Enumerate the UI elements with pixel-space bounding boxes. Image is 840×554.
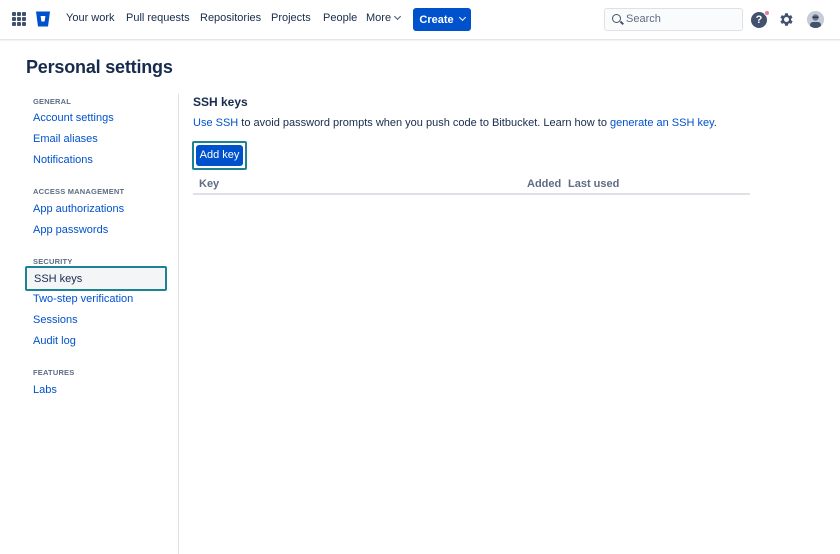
column-header-key: Key — [199, 178, 220, 190]
section-title: SSH keys — [193, 95, 248, 109]
ssh-description: Use SSH to avoid password prompts when y… — [193, 117, 717, 129]
search-icon — [612, 14, 621, 23]
sidebar-heading-access-management: ACCESS MANAGEMENT — [33, 187, 125, 196]
use-ssh-link[interactable]: Use SSH — [193, 117, 238, 129]
desc-text-1: to avoid password prompts when you push … — [238, 117, 611, 129]
chevron-down-icon — [394, 12, 402, 21]
sidebar-item-ssh-keys[interactable]: SSH keys — [25, 266, 167, 291]
nav-more-label: More — [366, 12, 392, 24]
app-switcher-icon[interactable] — [12, 12, 26, 26]
top-navigation: Your work Pull requests Repositories Pro… — [0, 0, 840, 40]
create-button-label: Create — [419, 13, 454, 26]
sidebar-heading-general: GENERAL — [33, 97, 72, 106]
sidebar-heading-security: SECURITY — [33, 257, 73, 266]
sidebar-item-app-passwords[interactable]: App passwords — [33, 224, 108, 236]
notification-dot — [764, 10, 770, 16]
sidebar-item-sessions[interactable]: Sessions — [33, 314, 78, 326]
desc-text-2: . — [713, 117, 717, 129]
nav-people[interactable]: People — [323, 12, 357, 24]
sidebar-divider — [178, 94, 179, 554]
sidebar-item-account-settings[interactable]: Account settings — [33, 112, 114, 124]
nav-repositories[interactable]: Repositories — [200, 12, 261, 24]
search-box[interactable] — [604, 8, 743, 31]
gear-icon[interactable] — [778, 11, 795, 28]
bitbucket-logo[interactable] — [35, 10, 51, 28]
sidebar-item-audit-log[interactable]: Audit log — [33, 335, 76, 347]
avatar[interactable] — [807, 11, 824, 28]
column-header-added: Added — [527, 178, 562, 190]
nav-your-work[interactable]: Your work — [66, 12, 115, 24]
nav-pull-requests[interactable]: Pull requests — [126, 12, 190, 24]
table-header-divider — [193, 193, 750, 195]
page-title: Personal settings — [26, 57, 173, 77]
chevron-down-icon — [458, 13, 466, 22]
sidebar-heading-features: FEATURES — [33, 368, 75, 377]
add-key-focus-ring: Add key — [192, 141, 247, 170]
sidebar-item-notifications[interactable]: Notifications — [33, 154, 93, 166]
sidebar-item-email-aliases[interactable]: Email aliases — [33, 133, 98, 145]
sidebar-item-app-authorizations[interactable]: App authorizations — [33, 203, 124, 215]
column-header-last-used: Last used — [568, 178, 620, 190]
nav-projects[interactable]: Projects — [271, 12, 311, 24]
create-button[interactable]: Create — [413, 8, 471, 31]
search-input[interactable] — [626, 9, 738, 29]
nav-more[interactable]: More — [366, 12, 402, 24]
sidebar-item-two-step-verification[interactable]: Two-step verification — [33, 293, 133, 305]
generate-ssh-key-link[interactable]: generate an SSH key — [610, 117, 714, 129]
sidebar-item-labs[interactable]: Labs — [33, 384, 57, 396]
add-key-button[interactable]: Add key — [196, 145, 243, 166]
